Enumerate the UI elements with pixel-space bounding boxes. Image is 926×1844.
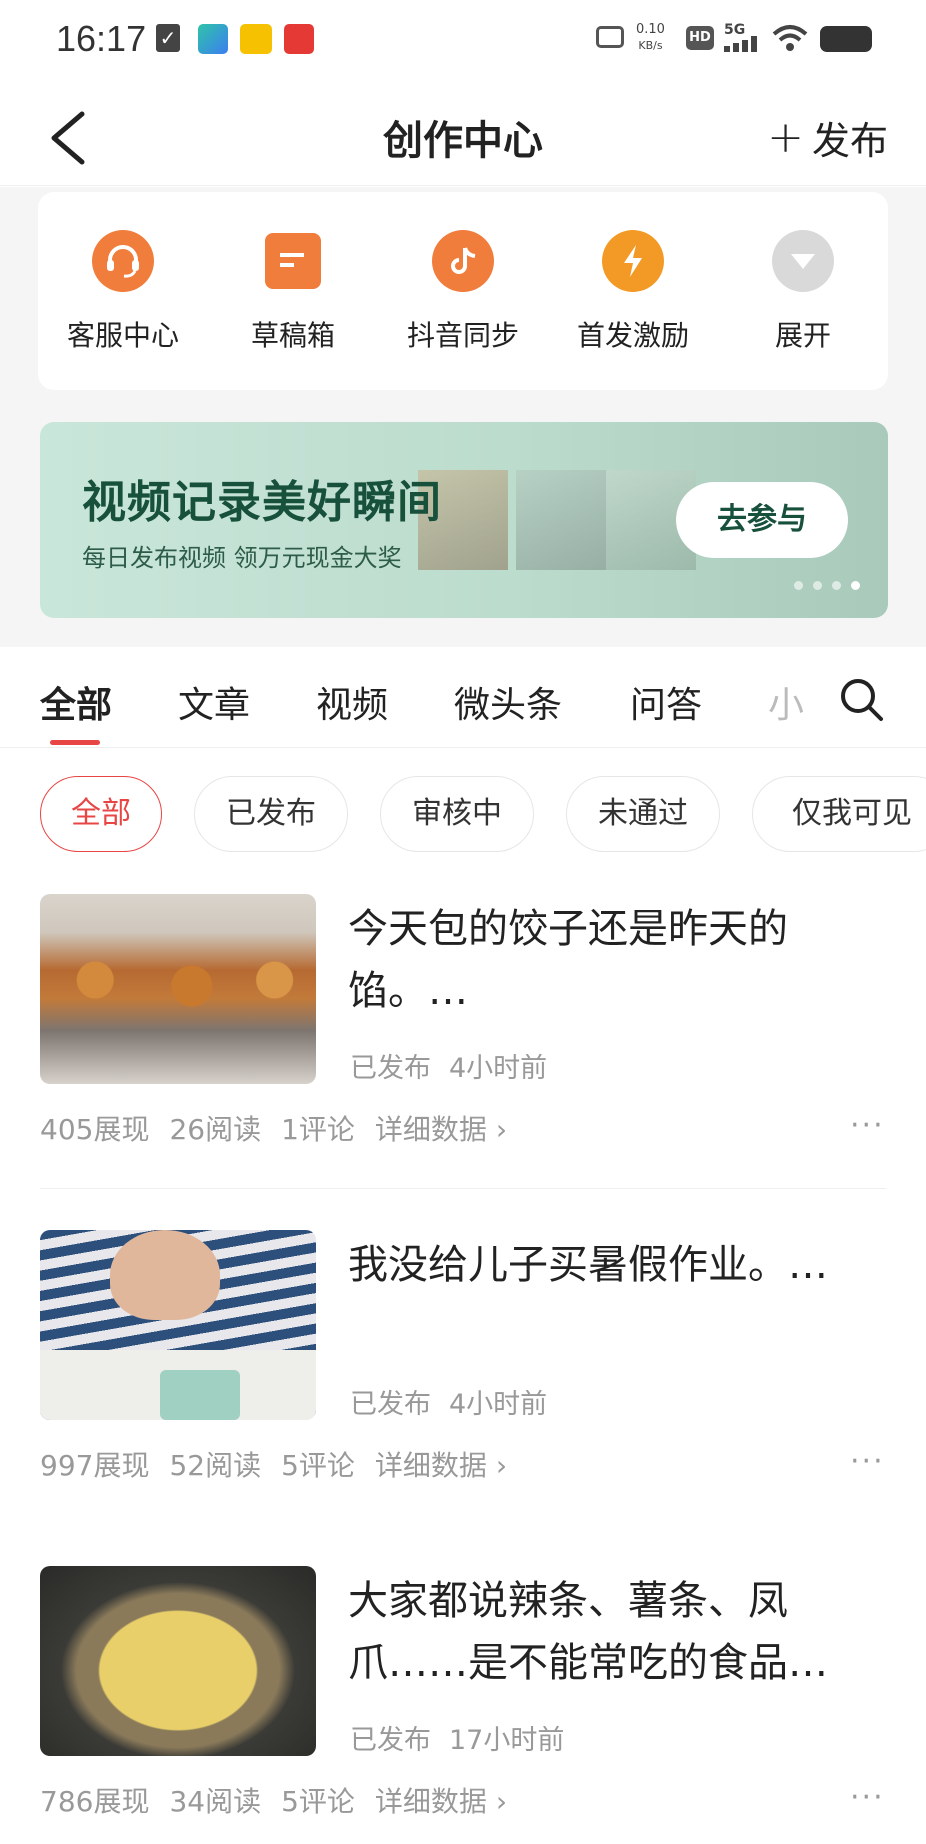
- tool-label: 展开: [774, 319, 831, 352]
- post-item: 大家都说辣条、薯条、凤爪……是不能常吃的食品… 已发布 17小时前 786展现 3…: [0, 1566, 926, 1844]
- active-tab-indicator: [50, 740, 100, 745]
- post-meta: 已发布 4小时前: [350, 1382, 547, 1421]
- filter-private[interactable]: 仅我可见: [752, 776, 926, 852]
- filter-published[interactable]: 已发布: [194, 776, 348, 852]
- banner-pagination: [794, 581, 860, 590]
- pagination-dot: [794, 581, 803, 590]
- publish-label: 发布: [811, 119, 888, 163]
- quick-tools: 客服中心 草稿箱 抖音同步 首发激励 展开: [38, 192, 888, 390]
- tab-qa[interactable]: 问答: [630, 676, 702, 728]
- tool-customer-service[interactable]: 客服中心: [48, 230, 198, 390]
- expand-down-icon: [772, 230, 834, 292]
- content-tabs: 全部 文章 视频 微头条 问答 小: [0, 648, 926, 748]
- tool-label: 首发激励: [576, 319, 689, 352]
- network-speed: 0.10 KB/s: [636, 22, 665, 52]
- tab-all[interactable]: 全部: [40, 676, 112, 728]
- tool-label: 客服中心: [66, 319, 179, 352]
- pagination-dot-active: [851, 581, 860, 590]
- post-time: 17小时前: [449, 1725, 565, 1756]
- detail-data-link[interactable]: 详细数据 ›: [375, 1780, 507, 1820]
- meituan-icon: [240, 24, 272, 54]
- search-icon[interactable]: [838, 676, 884, 722]
- plus-icon: +: [767, 111, 804, 163]
- post-status: 已发布: [350, 1389, 431, 1420]
- wifi-icon: [772, 25, 808, 51]
- post-status: 已发布: [350, 1053, 431, 1084]
- comments-count: 1评论: [281, 1113, 355, 1146]
- check-icon: ✓: [156, 24, 180, 52]
- post-thumbnail[interactable]: [40, 1230, 316, 1420]
- post-stats: 405展现 26阅读 1评论 详细数据 ›: [40, 1108, 507, 1148]
- more-options-icon[interactable]: ···: [850, 1780, 885, 1815]
- filter-all[interactable]: 全部: [40, 776, 162, 852]
- status-time: 16:17: [56, 18, 147, 59]
- post-time: 4小时前: [449, 1053, 548, 1084]
- join-button[interactable]: 去参与: [676, 482, 848, 558]
- filter-reviewing[interactable]: 审核中: [380, 776, 534, 852]
- impressions-count: 786展现: [40, 1785, 150, 1818]
- tab-videos[interactable]: 视频: [316, 676, 388, 728]
- hd-icon: HD: [686, 26, 714, 50]
- post-time: 4小时前: [449, 1389, 548, 1420]
- post-item: 我没给儿子买暑假作业。… 已发布 4小时前 997展现 52阅读 5评论 详细数据…: [0, 1230, 926, 1530]
- tool-expand[interactable]: 展开: [728, 230, 878, 390]
- more-options-icon[interactable]: ···: [850, 1108, 885, 1143]
- divider: [40, 1188, 886, 1189]
- filter-rejected[interactable]: 未通过: [566, 776, 720, 852]
- red-app-icon: [284, 24, 314, 54]
- detail-data-link[interactable]: 详细数据 ›: [375, 1108, 507, 1148]
- headset-icon: [92, 230, 154, 292]
- banner-photo: [516, 470, 606, 570]
- lightning-icon: [602, 230, 664, 292]
- tool-douyin-sync[interactable]: 抖音同步: [388, 230, 538, 390]
- post-thumbnail[interactable]: [40, 894, 316, 1084]
- reads-count: 52阅读: [169, 1449, 262, 1482]
- comments-count: 5评论: [281, 1785, 355, 1818]
- pagination-dot: [813, 581, 822, 590]
- signal-icon: [724, 36, 757, 52]
- status-filters: 全部 已发布 审核中 未通过 仅我可见: [0, 772, 926, 858]
- creator-center-page: 16:17 ✓ 0.10 KB/s HD 5G 创作中心 + 发布 客服中心 草…: [0, 0, 926, 1844]
- douyin-icon: [432, 230, 494, 292]
- tool-label: 抖音同步: [406, 319, 519, 352]
- post-meta: 已发布 17小时前: [350, 1718, 564, 1757]
- reads-count: 26阅读: [169, 1113, 262, 1146]
- post-item: 今天包的饺子还是昨天的馅。… 已发布 4小时前 405展现 26阅读 1评论 详细…: [0, 894, 926, 1194]
- post-title[interactable]: 我没给儿子买暑假作业。…: [348, 1234, 868, 1296]
- post-meta: 已发布 4小时前: [350, 1046, 547, 1085]
- video-app-icon: [198, 24, 228, 54]
- post-title[interactable]: 今天包的饺子还是昨天的馅。…: [348, 898, 868, 1022]
- tool-first-publish-reward[interactable]: 首发激励: [558, 230, 708, 390]
- battery-icon: [820, 26, 872, 52]
- reads-count: 34阅读: [169, 1785, 262, 1818]
- tool-label: 草稿箱: [250, 319, 335, 352]
- promo-banner[interactable]: 视频记录美好瞬间 每日发布视频 领万元现金大奖 去参与: [40, 422, 888, 618]
- tool-drafts[interactable]: 草稿箱: [218, 230, 368, 390]
- detail-data-link[interactable]: 详细数据 ›: [375, 1444, 507, 1484]
- draft-icon: [265, 233, 321, 289]
- impressions-count: 997展现: [40, 1449, 150, 1482]
- post-thumbnail[interactable]: [40, 1566, 316, 1756]
- tab-articles[interactable]: 文章: [178, 676, 250, 728]
- more-options-icon[interactable]: ···: [850, 1444, 885, 1479]
- banner-subtitle: 每日发布视频 领万元现金大奖: [82, 544, 402, 572]
- post-status: 已发布: [350, 1725, 431, 1756]
- tab-mini[interactable]: 小: [768, 676, 804, 728]
- status-bar: 16:17 ✓ 0.10 KB/s HD 5G: [0, 0, 926, 80]
- post-title[interactable]: 大家都说辣条、薯条、凤爪……是不能常吃的食品…: [348, 1570, 868, 1694]
- publish-button[interactable]: + 发布: [767, 110, 888, 165]
- pagination-dot: [832, 581, 841, 590]
- post-stats: 997展现 52阅读 5评论 详细数据 ›: [40, 1444, 507, 1484]
- impressions-count: 405展现: [40, 1113, 150, 1146]
- post-stats: 786展现 34阅读 5评论 详细数据 ›: [40, 1780, 507, 1820]
- nav-header: 创作中心 + 发布: [0, 80, 926, 186]
- comments-count: 5评论: [281, 1449, 355, 1482]
- banner-title: 视频记录美好瞬间: [82, 477, 442, 528]
- tab-micro-posts[interactable]: 微头条: [454, 676, 562, 728]
- camera-icon: [596, 26, 624, 48]
